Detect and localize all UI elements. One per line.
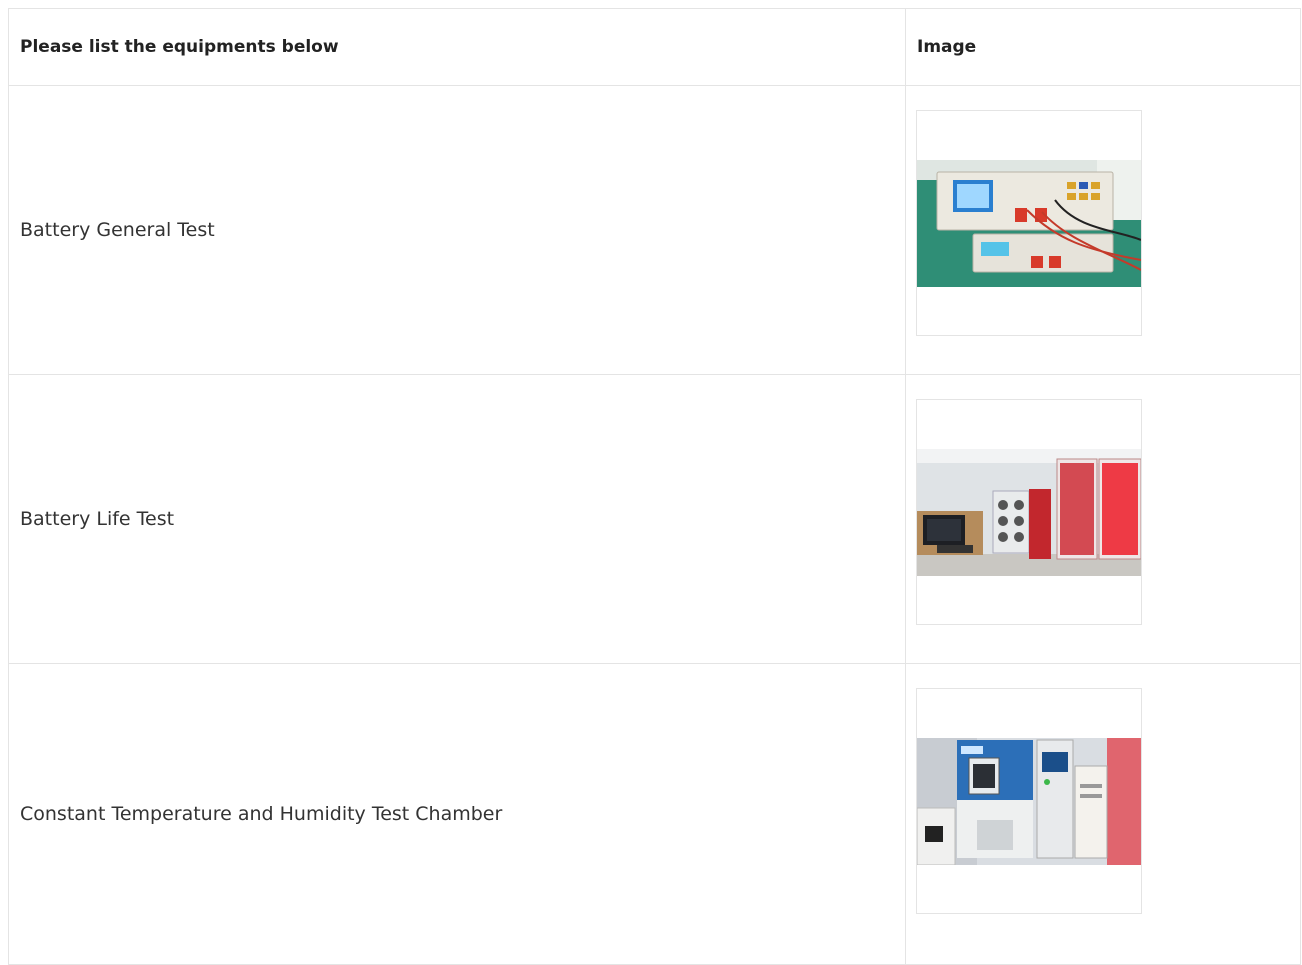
table-row: Battery General Test <box>9 86 1301 375</box>
table-row: Battery Life Test <box>9 375 1301 664</box>
table-header-row: Please list the equipments below Image <box>9 9 1301 86</box>
header-equipment: Please list the equipments below <box>9 9 906 85</box>
battery-tester-photo[interactable] <box>916 110 1142 336</box>
battery-life-rack-photo[interactable] <box>916 399 1142 625</box>
battery-life-rack-image <box>917 449 1141 576</box>
climate-chamber-photo[interactable] <box>916 688 1142 914</box>
image-cell <box>906 664 1301 964</box>
header-image: Image <box>906 9 1301 85</box>
equipment-name: Constant Temperature and Humidity Test C… <box>9 664 906 964</box>
climate-chamber-image <box>917 738 1141 865</box>
battery-tester-image <box>917 160 1141 287</box>
equipment-name: Battery Life Test <box>9 375 906 663</box>
image-cell <box>906 86 1301 374</box>
equipment-name: Battery General Test <box>9 86 906 374</box>
image-cell <box>906 375 1301 663</box>
table-row: Constant Temperature and Humidity Test C… <box>9 664 1301 965</box>
equipment-table: Please list the equipments below Image B… <box>8 8 1301 965</box>
